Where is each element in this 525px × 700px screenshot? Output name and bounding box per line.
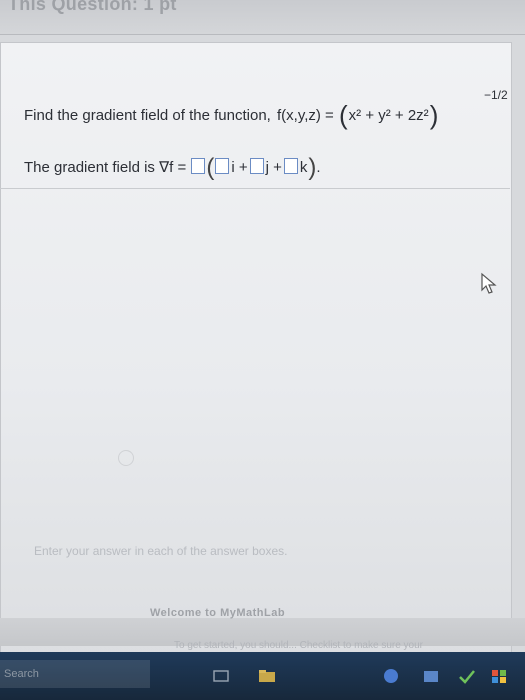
answer-label: The gradient field is ∇f = bbox=[24, 159, 187, 176]
answer-period: . bbox=[316, 159, 321, 176]
color-app-icon[interactable] bbox=[490, 668, 508, 684]
function-lhs: f(x,y,z) = bbox=[277, 107, 334, 124]
check-icon[interactable] bbox=[458, 668, 476, 684]
mouse-cursor-icon bbox=[481, 272, 497, 294]
function-base: x² + y² + 2z² bbox=[348, 107, 429, 124]
getting-started-text: To get started, you should... Checklist … bbox=[174, 640, 424, 651]
close-paren: ) bbox=[429, 100, 439, 130]
cart-icon[interactable] bbox=[422, 668, 440, 684]
answer-box-k[interactable] bbox=[283, 158, 298, 174]
task-view-icon[interactable] bbox=[212, 668, 230, 684]
divider bbox=[0, 188, 510, 189]
question-statement: Find the gradient field of the function,… bbox=[24, 100, 439, 131]
question-points-title: This Question: 1 pt bbox=[8, 0, 177, 14]
unit-k-label: k bbox=[299, 159, 308, 176]
function-exponent: −1/2 bbox=[484, 88, 508, 102]
open-paren: ( bbox=[338, 100, 348, 130]
answer-hint: Enter your answer in each of the answer … bbox=[34, 544, 288, 558]
unit-i-label: i + bbox=[231, 159, 248, 176]
taskbar-search-input[interactable]: Search bbox=[0, 660, 150, 688]
app-icon[interactable] bbox=[382, 668, 400, 684]
answer-box-coefficient[interactable] bbox=[191, 158, 206, 174]
loading-spinner-icon bbox=[118, 450, 134, 466]
file-explorer-icon[interactable] bbox=[258, 668, 276, 684]
question-prompt: Find the gradient field of the function, bbox=[24, 107, 271, 124]
welcome-banner: Welcome to MyMathLab bbox=[150, 607, 286, 619]
answer-open-paren: ( bbox=[206, 154, 215, 181]
question-panel bbox=[0, 42, 512, 664]
answer-box-i[interactable] bbox=[215, 158, 230, 174]
question-header: This Question: 1 pt bbox=[0, 0, 525, 35]
answer-line: The gradient field is ∇f = (i + j + k). bbox=[24, 154, 321, 182]
unit-j-label: j + bbox=[265, 159, 282, 176]
answer-box-j[interactable] bbox=[249, 158, 264, 174]
